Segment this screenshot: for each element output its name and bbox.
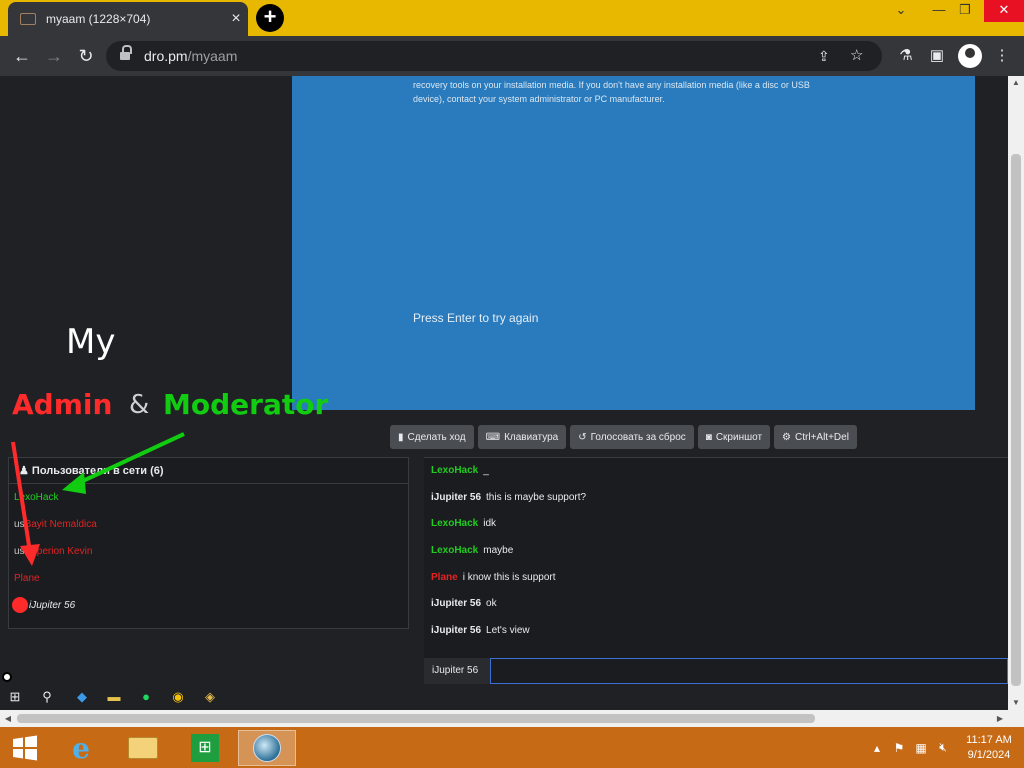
spotify-icon[interactable]: ●	[137, 688, 155, 706]
side-panel-icon[interactable]: ▣	[925, 44, 949, 68]
reset-icon: ↺	[578, 431, 587, 443]
annotation-my: My	[66, 322, 116, 362]
chat-message: LexoHack idk	[431, 518, 497, 530]
chat-message: LexoHack maybe	[431, 545, 514, 557]
cursor-dot-icon	[2, 672, 12, 682]
scroll-up-icon[interactable]: ▲	[1008, 76, 1024, 90]
annotation-moderator: Moderator	[163, 388, 329, 421]
screenshot-button[interactable]: ◙ Скриншот	[697, 425, 771, 449]
start-button[interactable]	[2, 730, 48, 766]
restore-button[interactable]: ❐	[948, 0, 982, 22]
internet-explorer-icon: e	[72, 731, 90, 765]
user-item[interactable]: usHyperion Kevin	[9, 538, 408, 565]
internet-explorer-button[interactable]: e	[58, 730, 104, 766]
file-explorer-button[interactable]	[120, 730, 166, 766]
share-icon[interactable]: ⇪	[818, 41, 830, 71]
taskbar-clock[interactable]: 11:17 AM 9/1/2024	[954, 733, 1024, 763]
volume-muted-icon[interactable]: 🔇︎	[932, 740, 954, 755]
address-bar[interactable]: dro.pm/myaam ⇪ ☆	[106, 41, 882, 71]
scrollbar-corner	[1008, 710, 1024, 727]
network-icon[interactable]: ▦	[910, 741, 932, 755]
user-item[interactable]: usBayit Nemaldica	[9, 511, 408, 538]
user-item[interactable]: LexoHack	[9, 484, 408, 511]
vscode-icon[interactable]: ◆	[73, 688, 91, 706]
tray-chevron-up-icon[interactable]: ▴	[866, 741, 888, 755]
clock-time: 11:17 AM	[966, 733, 1012, 746]
bsod-press-enter: Press Enter to try again	[413, 311, 539, 325]
annotation-admin: Admin	[12, 388, 113, 421]
tab-title: myaam (1228×704)	[46, 12, 151, 26]
vote-reset-button[interactable]: ↺ Голосовать за сброс	[570, 425, 694, 449]
clock-date: 9/1/2024	[967, 748, 1011, 761]
back-button[interactable]: ←	[8, 42, 36, 70]
scroll-down-icon[interactable]: ▼	[1008, 696, 1024, 710]
online-users-panel: ♟ Пользователи в сети (6) LexoHack usBay…	[8, 457, 409, 629]
flag-icon[interactable]: ⚑	[888, 741, 910, 755]
folder-icon[interactable]: ▬	[105, 688, 123, 706]
new-tab-button[interactable]: +	[256, 4, 284, 32]
users-header: ♟ Пользователи в сети (6)	[9, 458, 408, 484]
forward-button[interactable]: →	[40, 42, 68, 70]
chat-message: iJupiter 56 ok	[431, 598, 497, 610]
ctrl-alt-del-button[interactable]: ⚙ Ctrl+Alt+Del	[774, 425, 857, 449]
search-icon[interactable]: ⚲	[38, 688, 56, 706]
chat-input-row: iJupiter 56	[424, 658, 1008, 684]
page-content: recovery tools on your installation medi…	[0, 76, 1008, 710]
url-host: dro.pm	[144, 48, 188, 64]
tab-strip: myaam (1228×704) × + ⌄ — ❐ ✕	[0, 0, 1024, 36]
chat-message: iJupiter 56 Let's view	[431, 625, 530, 637]
keyboard-icon: ⌨	[485, 431, 501, 443]
chat-nickname: iJupiter 56	[424, 658, 490, 684]
screen: myaam (1228×704) × + ⌄ — ❐ ✕ ← → ↻ dro.p…	[0, 0, 1024, 768]
chat-panel: LexoHack _ iJupiter 56 this is maybe suppo…	[424, 457, 1008, 685]
close-tab-icon[interactable]: ×	[224, 10, 248, 28]
mouse-icon: ▮	[398, 431, 404, 443]
windows-start-icon[interactable]: ⊞	[6, 688, 24, 706]
horizontal-scrollbar[interactable]: ◀ ▶	[0, 710, 1008, 727]
horizontal-scroll-thumb[interactable]	[17, 714, 815, 723]
chat-input[interactable]	[490, 658, 1008, 684]
gear-icon: ⚙	[782, 431, 792, 443]
bsod-message: recovery tools on your installation medi…	[413, 80, 810, 104]
store-icon: ⊞	[191, 734, 219, 762]
camera-icon: ◙	[705, 431, 712, 443]
user-item[interactable]: Plane	[9, 565, 408, 592]
chat-message: LexoHack _	[431, 465, 489, 476]
windows-taskbar: e ⊞ ▴ ⚑ ▦ 🔇︎ 11:17 AM 9/1/2024	[0, 727, 1024, 768]
vertical-scroll-thumb[interactable]	[1011, 154, 1021, 686]
close-window-button[interactable]: ✕	[984, 0, 1024, 22]
reload-button[interactable]: ↻	[72, 42, 100, 70]
remote-screen[interactable]: recovery tools on your installation medi…	[292, 76, 975, 410]
scroll-left-icon[interactable]: ◀	[0, 710, 16, 727]
active-app-button[interactable]	[238, 730, 296, 766]
chat-message: iJupiter 56 this is maybe support?	[431, 491, 587, 503]
globe-app-icon	[253, 734, 281, 762]
chrome-icon[interactable]: ◉	[169, 688, 187, 706]
remote-controls: ▮ Сделать ход ⌨ Клавиатура ↺ Голосовать за …	[390, 425, 857, 449]
image-favicon-icon	[20, 13, 36, 25]
vertical-scrollbar[interactable]: ▲ ▼	[1008, 76, 1024, 710]
bookmark-star-icon[interactable]: ☆	[850, 41, 863, 71]
users-icon: ♟	[19, 465, 32, 477]
windows-logo-icon	[13, 735, 37, 761]
system-tray: ▴ ⚑ ▦ 🔇︎ 11:17 AM 9/1/2024	[866, 727, 1024, 768]
app-icon[interactable]: ◈	[201, 688, 219, 706]
scroll-right-icon[interactable]: ▶	[992, 710, 1008, 727]
chat-message: Plane i know this is support	[431, 571, 556, 583]
lock-icon	[120, 45, 132, 62]
annotation-ampersand: &	[129, 390, 150, 420]
store-button[interactable]: ⊞	[182, 730, 228, 766]
browser-tab[interactable]: myaam (1228×704) ×	[8, 2, 248, 36]
chevron-down-icon[interactable]: ⌄	[884, 0, 918, 22]
remote-taskbar: ⊞ ⚲ ◆ ▬ ● ◉ ◈	[0, 672, 1008, 710]
profile-avatar[interactable]	[958, 44, 982, 68]
extension-icon[interactable]: ⚗	[894, 44, 918, 68]
menu-dots-icon[interactable]: ⋮	[990, 44, 1014, 68]
user-item[interactable]: iJupiter 56	[9, 592, 408, 619]
make-move-button[interactable]: ▮ Сделать ход	[390, 425, 474, 449]
url-path: /myaam	[187, 48, 238, 64]
browser-toolbar: ← → ↻ dro.pm/myaam ⇪ ☆ ⚗ ▣ ⋮	[0, 36, 1024, 76]
keyboard-button[interactable]: ⌨ Клавиатура	[477, 425, 567, 449]
folder-icon	[128, 737, 158, 759]
